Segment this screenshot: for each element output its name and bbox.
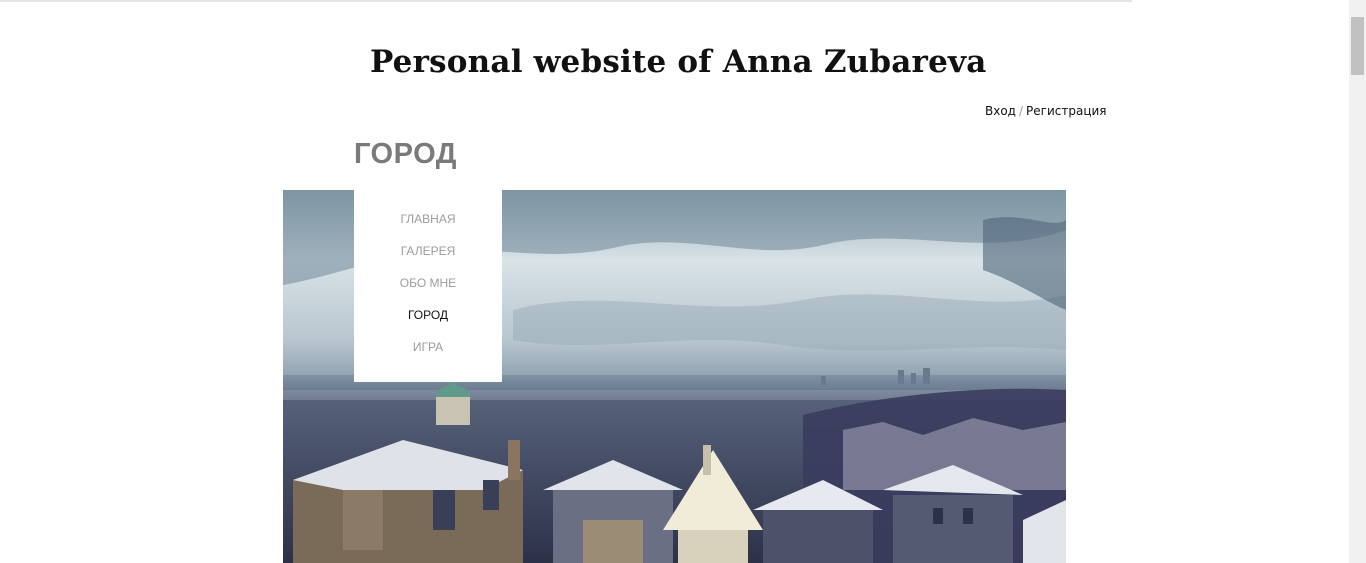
- site-title: Personal website of Anna Zubareva: [370, 44, 987, 80]
- auth-separator: /: [1018, 104, 1024, 118]
- main-nav-menu: ГЛАВНАЯ ГАЛЕРЕЯ ОБО МНЕ ГОРОД ИГРА: [354, 190, 502, 382]
- nav-item-city[interactable]: ГОРОД: [354, 306, 502, 338]
- page-title: ГОРОД: [354, 138, 457, 170]
- login-link[interactable]: Вход: [985, 104, 1016, 118]
- top-border: [0, 0, 1132, 2]
- auth-links: Вход / Регистрация: [985, 104, 1107, 118]
- register-link[interactable]: Регистрация: [1026, 104, 1106, 118]
- nav-item-about[interactable]: ОБО МНЕ: [354, 274, 502, 306]
- nav-item-gallery[interactable]: ГАЛЕРЕЯ: [354, 242, 502, 274]
- nav-item-home[interactable]: ГЛАВНАЯ: [354, 210, 502, 242]
- nav-list: ГЛАВНАЯ ГАЛЕРЕЯ ОБО МНЕ ГОРОД ИГРА: [354, 190, 502, 370]
- page-scrollbar[interactable]: [1349, 0, 1366, 563]
- nav-item-game[interactable]: ИГРА: [354, 338, 502, 370]
- scrollbar-thumb[interactable]: [1351, 17, 1364, 75]
